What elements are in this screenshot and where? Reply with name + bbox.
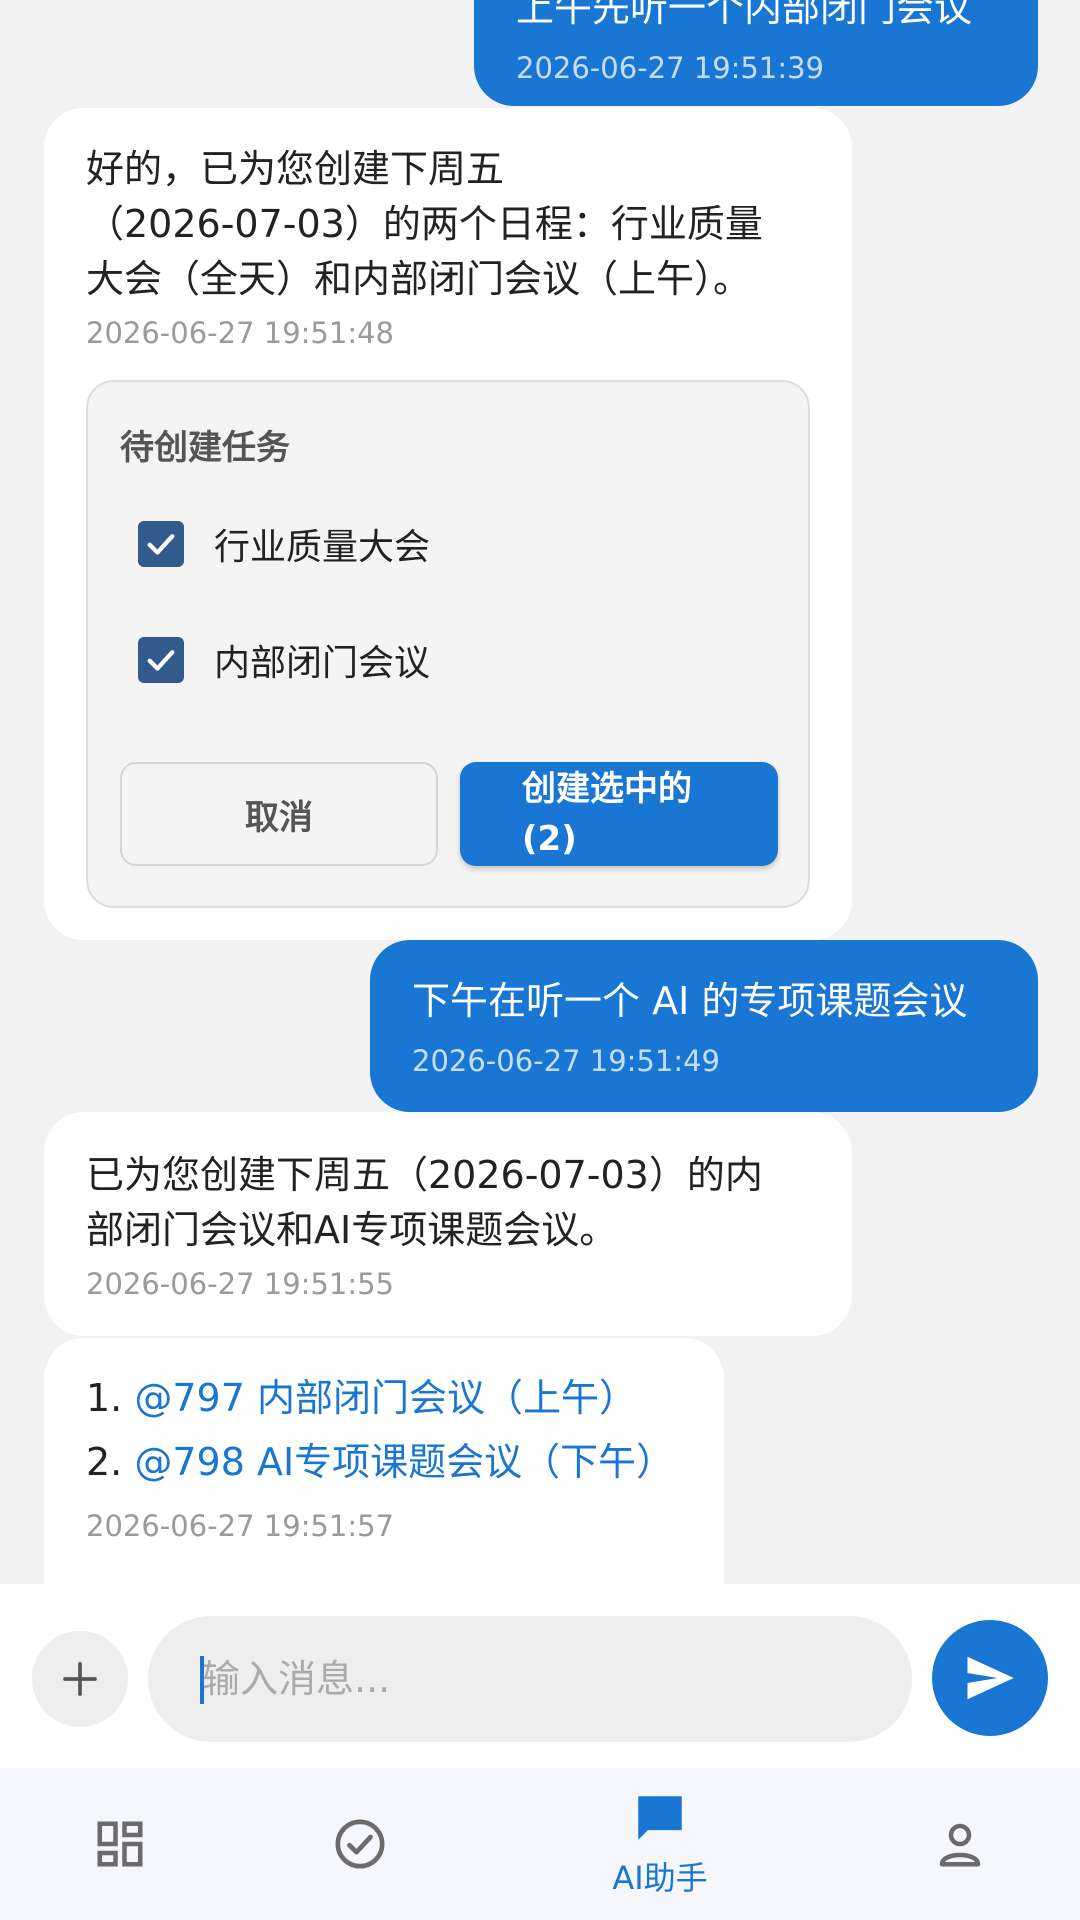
- task-label: 内部闭门会议: [214, 643, 431, 684]
- person-icon: [939, 1823, 981, 1867]
- message-timestamp: 2026-06-27 19:51:55: [86, 1267, 394, 1301]
- message-timestamp: 2026-06-27 19:51:49: [412, 1044, 720, 1078]
- dashboard-icon: [97, 1821, 143, 1867]
- message-timestamp: 2026-06-27 19:51:39: [516, 51, 824, 85]
- message-text: 上午先听一个内部闭门会议: [516, 0, 973, 30]
- pending-tasks-card: 待创建任务 行业质量大会 内部闭门会议 取消 创建选中的 (2): [86, 380, 810, 908]
- assistant-message: 已为您创建下周五（2026-07-03）的内 部闭门会议和AI专项课题会议。 2…: [44, 1112, 852, 1336]
- cancel-button[interactable]: 取消: [120, 762, 438, 866]
- send-button[interactable]: [932, 1620, 1048, 1736]
- list-number: 2.: [86, 1440, 135, 1484]
- message-input-bar: [0, 1584, 1080, 1768]
- nav-profile[interactable]: [900, 1768, 1020, 1920]
- app-screen: 上午先听一个内部闭门会议 2026-06-27 19:51:39 好的，已为您创…: [0, 0, 1080, 1920]
- task-link-item: 1. @797 内部闭门会议（上午）: [86, 1366, 682, 1430]
- text-cursor: [200, 1656, 204, 1704]
- message-text: 下午在听一个 AI 的专项课题会议: [412, 979, 968, 1023]
- task-link-item: 2. @798 AI专项课题会议（下午）: [86, 1430, 682, 1494]
- chat-message-list[interactable]: 上午先听一个内部闭门会议 2026-06-27 19:51:39 好的，已为您创…: [0, 0, 1080, 1584]
- nav-ai-assistant[interactable]: AI助手: [580, 1768, 740, 1920]
- nav-dashboard[interactable]: [60, 1768, 180, 1920]
- user-message: 下午在听一个 AI 的专项课题会议 2026-06-27 19:51:49: [370, 940, 1038, 1112]
- card-title: 待创建任务: [120, 428, 290, 468]
- nav-label: AI助手: [612, 1859, 708, 1897]
- create-selected-button[interactable]: 创建选中的 (2): [460, 762, 778, 866]
- task-label: 行业质量大会: [214, 527, 431, 568]
- checkbox-checked-icon[interactable]: [138, 637, 184, 683]
- assistant-message: 1. @797 内部闭门会议（上午） 2. @798 AI专项课题会议（下午） …: [44, 1338, 724, 1584]
- task-link[interactable]: @797 内部闭门会议（上午）: [134, 1376, 637, 1420]
- message-timestamp: 2026-06-27 19:51:48: [86, 316, 394, 350]
- add-attachment-button[interactable]: [32, 1631, 128, 1727]
- message-text-line: 大会（全天）和内部闭门会议（上午）。: [86, 257, 752, 301]
- checkbox-checked-icon[interactable]: [138, 521, 184, 567]
- task-link[interactable]: @798 AI专项课题会议（下午）: [134, 1440, 674, 1484]
- message-text-line: （2026-07-03）的两个日程：行业质量: [86, 202, 763, 246]
- message-text-line: 好的，已为您创建下周五: [86, 147, 505, 191]
- message-timestamp: 2026-06-27 19:51:57: [86, 1509, 394, 1543]
- message-text-line: 已为您创建下周五（2026-07-03）的内: [86, 1153, 763, 1197]
- create-button-count: (2): [522, 819, 577, 859]
- bottom-navigation: AI助手: [0, 1768, 1080, 1920]
- user-message: 上午先听一个内部闭门会议 2026-06-27 19:51:39: [474, 0, 1038, 106]
- message-input[interactable]: [148, 1616, 912, 1742]
- task-item[interactable]: 行业质量大会: [138, 514, 430, 574]
- create-button-label: 创建选中的: [522, 769, 692, 809]
- nav-tasks[interactable]: [300, 1768, 420, 1920]
- chat-icon: [638, 1796, 682, 1840]
- list-number: 1.: [86, 1376, 135, 1420]
- send-icon: [967, 1656, 1014, 1700]
- task-item[interactable]: 内部闭门会议: [138, 630, 430, 690]
- plus-icon: [63, 1662, 97, 1696]
- message-text-line: 部闭门会议和AI专项课题会议。: [86, 1208, 618, 1252]
- check-circle-icon: [335, 1819, 385, 1869]
